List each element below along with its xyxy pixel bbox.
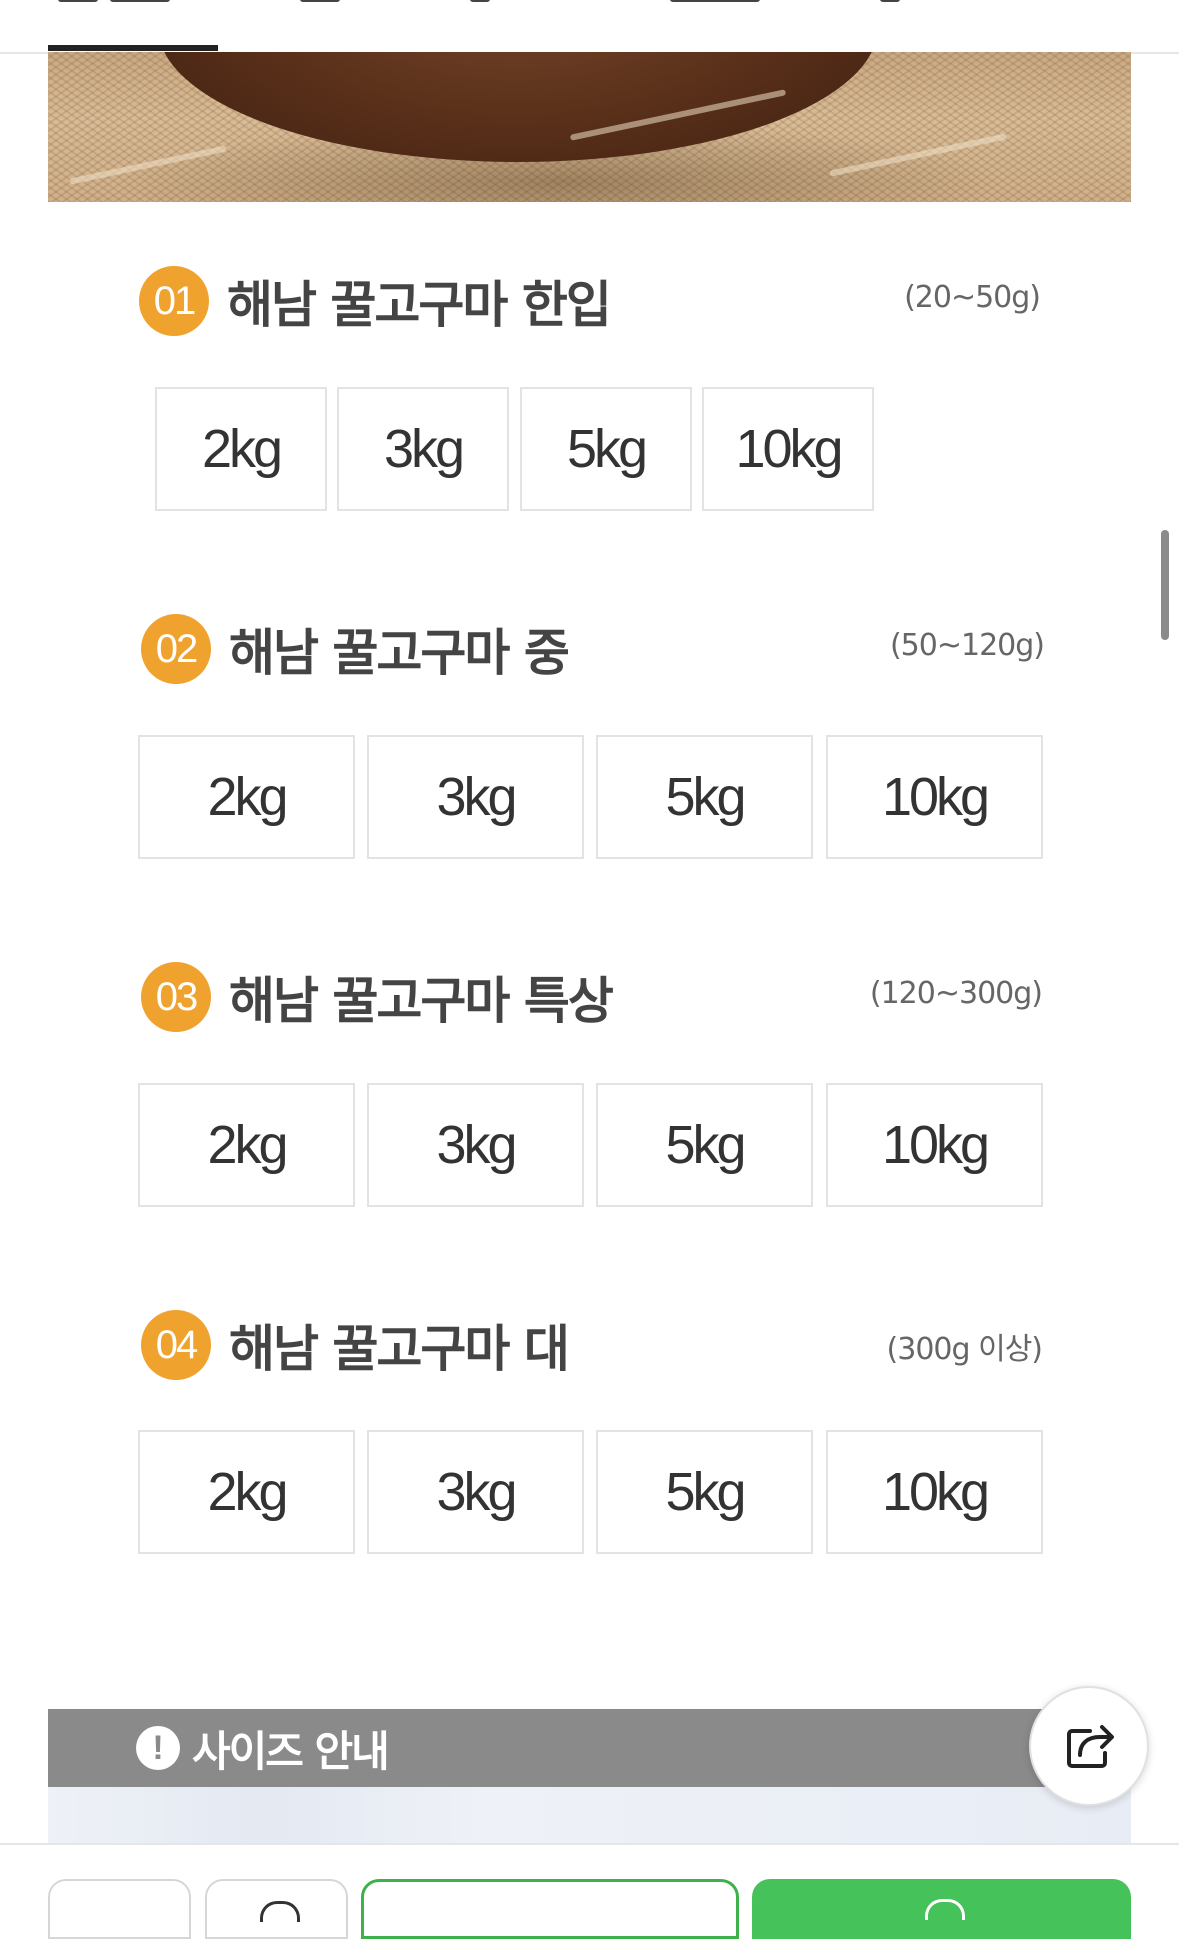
buy-button[interactable] <box>752 1879 1131 1939</box>
section-number-badge: 01 <box>139 266 209 336</box>
option-2kg[interactable]: 2kg <box>155 387 327 511</box>
section-title-text: 해남 꿀고구마 중 <box>229 624 570 682</box>
option-3kg[interactable]: 3kg <box>367 1430 584 1554</box>
section-title-text: 해남 꿀고구마 한입 <box>227 276 612 334</box>
bottom-icon-button[interactable] <box>205 1879 348 1939</box>
tab-label-fragment[interactable] <box>880 0 900 2</box>
option-2kg[interactable]: 2kg <box>138 735 355 859</box>
option-3kg[interactable]: 3kg <box>337 387 509 511</box>
tab-label-fragment[interactable] <box>58 0 98 2</box>
share-button[interactable] <box>1029 1686 1149 1806</box>
weight-range: (50~120g) <box>889 628 1045 663</box>
section-number-badge: 04 <box>141 1310 211 1380</box>
size-guide-bar: ! 사이즈 안내 <box>48 1709 1131 1787</box>
bottom-action-bar <box>0 1843 1179 1939</box>
exclamation-icon: ! <box>136 1726 180 1770</box>
option-5kg[interactable]: 5kg <box>596 735 813 859</box>
section-number-badge: 02 <box>141 614 211 684</box>
section-title: 03 해남 꿀고구마 특상 <box>141 961 614 1033</box>
button-icon-fragment <box>924 1899 965 1920</box>
top-tab-bar <box>0 0 1179 54</box>
option-2kg[interactable]: 2kg <box>138 1430 355 1554</box>
section-title: 01 해남 꿀고구마 한입 <box>139 265 612 337</box>
section-title: 04 해남 꿀고구마 대 <box>141 1309 570 1381</box>
product-hero-image <box>48 52 1131 202</box>
weight-range: (300g 이상) <box>886 1332 1043 1367</box>
option-10kg[interactable]: 10kg <box>826 1430 1043 1554</box>
weight-range: (20~50g) <box>904 280 1041 315</box>
bottom-icon-button[interactable] <box>48 1879 191 1939</box>
tab-label-fragment[interactable] <box>300 0 340 2</box>
option-10kg[interactable]: 10kg <box>826 1083 1043 1207</box>
tab-label-fragment[interactable] <box>110 0 170 2</box>
option-3kg[interactable]: 3kg <box>367 735 584 859</box>
tab-label-fragment[interactable] <box>470 0 490 2</box>
section-title-text: 해남 꿀고구마 특상 <box>229 972 614 1030</box>
option-3kg[interactable]: 3kg <box>367 1083 584 1207</box>
size-guide-label: 사이즈 안내 <box>192 1726 390 1776</box>
size-guide-image <box>48 1787 1131 1843</box>
scrollbar-thumb[interactable] <box>1161 530 1169 640</box>
option-10kg[interactable]: 10kg <box>702 387 874 511</box>
weight-range: (120~300g) <box>869 976 1043 1011</box>
section-title: 02 해남 꿀고구마 중 <box>141 613 570 685</box>
share-icon <box>1067 1725 1114 1768</box>
option-5kg[interactable]: 5kg <box>596 1430 813 1554</box>
tab-label-fragment[interactable] <box>670 0 760 2</box>
option-2kg[interactable]: 2kg <box>138 1083 355 1207</box>
option-10kg[interactable]: 10kg <box>826 735 1043 859</box>
active-tab-indicator <box>48 45 218 51</box>
option-5kg[interactable]: 5kg <box>520 387 692 511</box>
cart-button[interactable] <box>361 1879 739 1939</box>
section-number-badge: 03 <box>141 962 211 1032</box>
section-title-text: 해남 꿀고구마 대 <box>229 1320 570 1378</box>
option-5kg[interactable]: 5kg <box>596 1083 813 1207</box>
